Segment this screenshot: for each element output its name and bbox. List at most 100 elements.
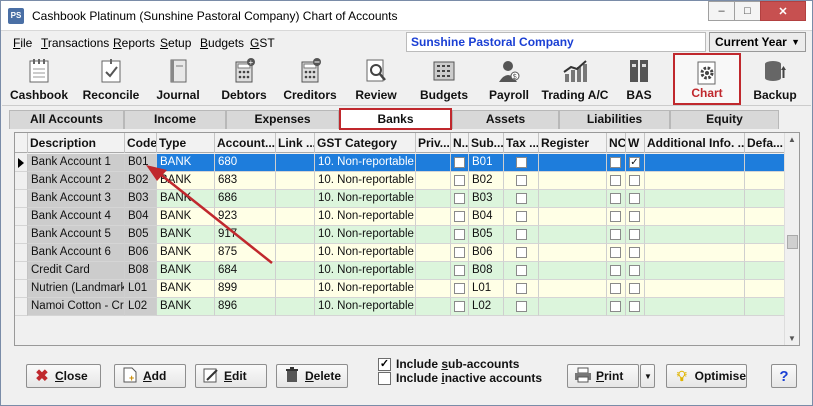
toolbar-journal-button[interactable]: Journal: [148, 53, 208, 105]
cell-nc[interactable]: [607, 226, 626, 244]
cell-code[interactable]: L01: [125, 280, 157, 298]
n-checkbox[interactable]: [454, 265, 465, 276]
nc-checkbox[interactable]: [610, 175, 621, 186]
include-sub-accounts-checkbox[interactable]: ✓: [378, 357, 391, 371]
cell-account[interactable]: 683: [215, 172, 276, 190]
menu-reports[interactable]: Reports: [113, 36, 155, 50]
tab-all-accounts[interactable]: All Accounts: [9, 110, 124, 129]
cell-account[interactable]: 684: [215, 262, 276, 280]
tab-liabilities[interactable]: Liabilities: [559, 110, 670, 129]
w-checkbox[interactable]: [629, 229, 640, 240]
cell-type[interactable]: BANK: [157, 172, 215, 190]
cell-n[interactable]: [451, 298, 469, 316]
cell-tax[interactable]: [504, 244, 539, 262]
cell-private[interactable]: [416, 298, 451, 316]
company-selector[interactable]: Sunshine Pastoral Company: [406, 32, 706, 52]
header-account[interactable]: Account...: [215, 133, 276, 153]
w-checkbox[interactable]: ✓: [629, 157, 640, 168]
tax-checkbox[interactable]: [516, 301, 527, 312]
cell-sub[interactable]: B08: [469, 262, 504, 280]
cell-link[interactable]: [276, 280, 315, 298]
row-indicator[interactable]: [15, 244, 28, 262]
cell-default[interactable]: [745, 154, 786, 172]
cell-n[interactable]: [451, 280, 469, 298]
cell-link[interactable]: [276, 298, 315, 316]
w-checkbox[interactable]: [629, 175, 640, 186]
nc-checkbox[interactable]: [610, 265, 621, 276]
header-code[interactable]: Code: [125, 133, 157, 153]
cell-additional-info[interactable]: [645, 172, 745, 190]
header-additional-info[interactable]: Additional Info. ...: [645, 133, 745, 153]
table-row[interactable]: Bank Account 2 B02 BANK 683 10. Non-reportab…: [15, 172, 786, 190]
header-sub[interactable]: Sub...: [469, 133, 504, 153]
cell-account[interactable]: 680: [215, 154, 276, 172]
cell-description[interactable]: Bank Account 2: [28, 172, 125, 190]
cell-description[interactable]: Bank Account 6: [28, 244, 125, 262]
cell-link[interactable]: [276, 226, 315, 244]
include-inactive-option[interactable]: Include i nactive accounts: [378, 371, 542, 385]
header-nc[interactable]: NC: [607, 133, 626, 153]
cell-code[interactable]: B03: [125, 190, 157, 208]
cell-w[interactable]: [626, 190, 645, 208]
toolbar-payroll-button[interactable]: $ Payroll: [480, 53, 538, 105]
table-row[interactable]: Namoi Cotton - CropL02BANK89610. Non-rep…: [15, 298, 786, 316]
row-indicator[interactable]: [15, 262, 28, 280]
cell-tax[interactable]: [504, 208, 539, 226]
include-inactive-checkbox[interactable]: [378, 371, 391, 385]
cell-private[interactable]: [416, 262, 451, 280]
table-row[interactable]: Bank Account 6 B06 BANK 875 10. Non-reportab…: [15, 244, 786, 262]
cell-register[interactable]: [539, 298, 607, 316]
nc-checkbox[interactable]: [610, 193, 621, 204]
tax-checkbox[interactable]: [516, 265, 527, 276]
cell-type[interactable]: BANK: [157, 190, 215, 208]
toolbar-backup-button[interactable]: Backup: [746, 53, 804, 105]
w-checkbox[interactable]: [629, 301, 640, 312]
nc-checkbox[interactable]: [610, 283, 621, 294]
cell-private[interactable]: [416, 208, 451, 226]
cell-tax[interactable]: [504, 298, 539, 316]
toolbar-bas-button[interactable]: BAS: [614, 53, 664, 105]
cell-n[interactable]: [451, 154, 469, 172]
tax-checkbox[interactable]: [516, 193, 527, 204]
cell-n[interactable]: [451, 262, 469, 280]
cell-code[interactable]: B01: [125, 154, 157, 172]
cell-code[interactable]: B05: [125, 226, 157, 244]
cell-w[interactable]: [626, 280, 645, 298]
help-button[interactable]: ?: [771, 364, 797, 388]
cell-private[interactable]: [416, 154, 451, 172]
tab-income[interactable]: Income: [124, 110, 226, 129]
scroll-down-icon[interactable]: ▼: [788, 334, 796, 343]
n-checkbox[interactable]: [454, 247, 465, 258]
cell-tax[interactable]: [504, 226, 539, 244]
w-checkbox[interactable]: [629, 265, 640, 276]
close-window-button[interactable]: ✕: [760, 1, 806, 21]
cell-nc[interactable]: [607, 208, 626, 226]
cell-gst-category[interactable]: 10. Non-reportable F: [315, 262, 416, 280]
header-link[interactable]: Link ...: [276, 133, 315, 153]
toolbar-reconcile-button[interactable]: Reconcile: [81, 53, 141, 105]
cell-link[interactable]: [276, 262, 315, 280]
maximize-button[interactable]: □: [734, 1, 761, 21]
cell-w[interactable]: [626, 226, 645, 244]
row-indicator[interactable]: [15, 280, 28, 298]
cell-register[interactable]: [539, 172, 607, 190]
cell-n[interactable]: [451, 226, 469, 244]
n-checkbox[interactable]: [454, 211, 465, 222]
cell-tax[interactable]: [504, 154, 539, 172]
print-options-dropdown[interactable]: ▼: [640, 364, 655, 388]
cell-description[interactable]: Bank Account 3: [28, 190, 125, 208]
cell-sub[interactable]: B04: [469, 208, 504, 226]
cell-sub[interactable]: L01: [469, 280, 504, 298]
cell-register[interactable]: [539, 280, 607, 298]
cell-link[interactable]: [276, 208, 315, 226]
year-dropdown[interactable]: Current Year ▼: [709, 32, 806, 52]
cell-register[interactable]: [539, 208, 607, 226]
cell-gst-category[interactable]: 10. Non-reportable F: [315, 154, 416, 172]
cell-default[interactable]: [745, 208, 786, 226]
cell-description[interactable]: Bank Account 4: [28, 208, 125, 226]
cell-sub[interactable]: B05: [469, 226, 504, 244]
scroll-up-icon[interactable]: ▲: [788, 135, 796, 144]
cell-description[interactable]: Nutrien (Landmark): [28, 280, 125, 298]
nc-checkbox[interactable]: [610, 301, 621, 312]
nc-checkbox[interactable]: [610, 211, 621, 222]
